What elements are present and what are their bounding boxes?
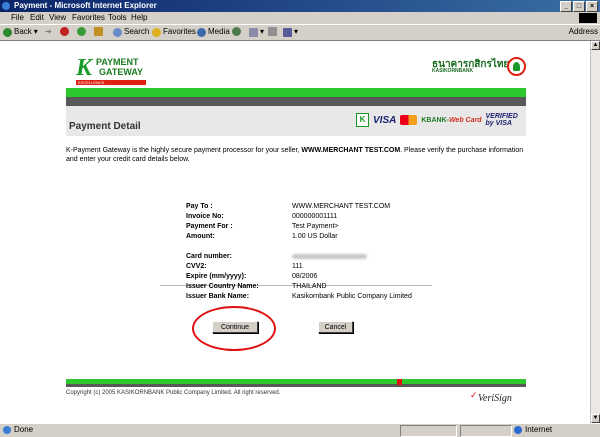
media-button[interactable]: Media — [197, 27, 230, 37]
back-arrow-icon — [3, 27, 12, 37]
edit-icon — [283, 27, 292, 37]
verified-by-visa-logo: VERIFIED by VISA — [485, 113, 518, 127]
expire-value: 08/2006 — [292, 273, 318, 280]
pay-to-label: Pay To : — [186, 203, 213, 210]
menu-edit[interactable]: Edit — [30, 13, 44, 22]
globe-icon — [514, 425, 522, 434]
toolbar: Back ▾ ➜ Search Favorites Media ▾ ▾ Addr… — [0, 25, 600, 41]
menu-tools[interactable]: Tools — [108, 13, 127, 22]
kbank-emblem-icon — [507, 57, 526, 76]
star-icon — [152, 27, 161, 37]
refresh-button[interactable] — [77, 27, 86, 36]
window-title-bar[interactable]: Payment - Microsoft Internet Explorer _ … — [0, 0, 600, 12]
status-pane — [400, 425, 457, 437]
copyright: Copyright (c) 2005 KASIKORNBANK Public C… — [66, 390, 281, 396]
invoice-value: 000000001111 — [292, 213, 338, 220]
menu-file[interactable]: File — [11, 13, 24, 22]
forward-arrow-icon: ➜ — [45, 27, 52, 36]
close-button[interactable]: × — [586, 1, 598, 12]
expire-label: Expire (mm/yyyy): — [186, 273, 247, 280]
issuer-bank-label: Issuer Bank Name: — [186, 293, 250, 300]
payment-for-label: Payment For : — [186, 223, 233, 230]
visa-logo: VISA — [373, 114, 397, 126]
refresh-icon — [77, 27, 86, 36]
history-icon — [232, 27, 241, 36]
chevron-down-icon: ▾ — [33, 27, 38, 36]
edit-button[interactable]: ▾ — [283, 27, 298, 37]
issuer-country-label: Issuer Country Name: — [186, 283, 259, 290]
highlight-circle — [192, 306, 276, 351]
card-logos: K VISA KBANK-Web Card VERIFIED by VISA — [356, 113, 518, 127]
back-button[interactable]: Back ▾ — [3, 27, 38, 37]
intro-text: K-Payment Gateway is the highly secure p… — [66, 147, 524, 163]
kbank-webcard-logo: KBANK-Web Card — [421, 116, 482, 124]
scroll-down-icon[interactable]: ▼ — [591, 414, 600, 423]
menu-favorites[interactable]: Favorites — [72, 13, 105, 22]
kbank-card-icon: K — [356, 113, 369, 127]
print-button[interactable] — [268, 27, 277, 36]
invoice-label: Invoice No: — [186, 213, 224, 220]
issuer-bank-value: Kasikornbank Public Company Limited — [292, 293, 412, 300]
page-icon — [3, 425, 11, 434]
history-button[interactable] — [232, 27, 241, 36]
window-title: Payment - Microsoft Internet Explorer — [14, 1, 157, 10]
cvv2-value: 111 — [292, 263, 303, 270]
pay-to-value: WWW.MERCHANT TEST.COM — [292, 203, 391, 210]
status-pane — [460, 425, 512, 437]
page-content: K PAYMENT GATEWAY EXCELLENCE ธนาคารกสิกร… — [0, 41, 591, 423]
k-logo-icon: K — [76, 55, 93, 81]
chevron-down-icon: ▾ — [260, 27, 265, 36]
stop-button[interactable] — [60, 27, 69, 36]
search-icon — [113, 27, 122, 37]
media-icon — [197, 27, 206, 37]
header-gray-bar — [66, 97, 526, 106]
vertical-scrollbar[interactable]: ▲ ▼ — [590, 41, 600, 423]
card-number-value — [292, 253, 367, 261]
amount-label: Amount: — [186, 233, 215, 240]
issuer-country-value: THAILAND — [292, 283, 327, 290]
favorites-button[interactable]: Favorites — [152, 27, 196, 37]
minimize-button[interactable]: _ — [560, 1, 572, 12]
status-done: Done — [3, 425, 33, 434]
verisign-logo: VeriSign — [470, 390, 512, 404]
card-number-label: Card number: — [186, 253, 232, 260]
menu-help[interactable]: Help — [131, 13, 147, 22]
payment-gateway-logo: K PAYMENT GATEWAY EXCELLENCE — [76, 55, 166, 85]
blurred-card-number — [292, 253, 367, 259]
footer-gray-bar — [66, 384, 526, 387]
security-zone: Internet — [514, 425, 552, 434]
home-icon — [94, 27, 103, 36]
header-green-bar — [66, 88, 526, 97]
ie-icon — [2, 2, 10, 10]
maximize-button[interactable]: □ — [573, 1, 585, 12]
stop-icon — [60, 27, 69, 36]
mail-button[interactable]: ▾ — [249, 27, 264, 37]
search-button[interactable]: Search — [113, 27, 149, 37]
payment-for-value: Test Payment> — [292, 223, 339, 230]
windows-logo-icon — [579, 13, 597, 23]
footer-red-marker — [397, 379, 402, 385]
mastercard-logo — [400, 115, 418, 125]
chevron-down-icon: ▾ — [294, 27, 299, 36]
kasikornbank-logo: ธนาคารกสิกรไทย KASIKORNBANK — [432, 57, 527, 82]
forward-button[interactable]: ➜ — [45, 27, 52, 37]
scroll-up-icon[interactable]: ▲ — [591, 41, 600, 50]
menu-bar: File Edit View Favorites Tools Help — [0, 12, 600, 25]
mail-icon — [249, 27, 258, 37]
status-bar: Done Internet — [0, 423, 600, 437]
print-icon — [268, 27, 277, 36]
cvv2-label: CVV2: — [186, 263, 207, 270]
address-label: Address — [568, 27, 598, 36]
page-title: Payment Detail — [69, 121, 141, 132]
amount-value: 1.00 US Dollar — [292, 233, 338, 240]
home-button[interactable] — [94, 27, 103, 36]
menu-view[interactable]: View — [49, 13, 66, 22]
cancel-button[interactable]: Cancel — [318, 321, 353, 333]
